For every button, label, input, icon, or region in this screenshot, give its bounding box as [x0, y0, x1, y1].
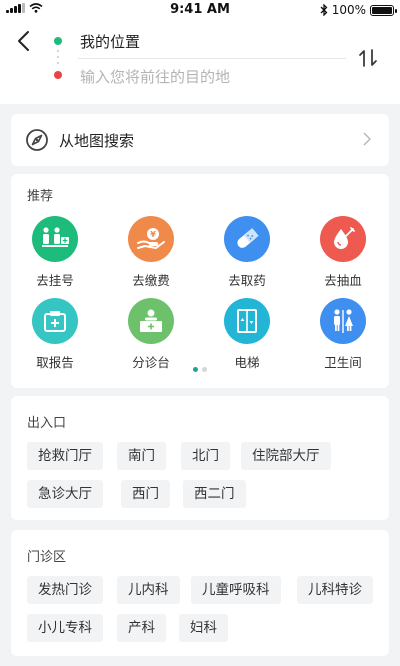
swap-icon [359, 49, 377, 67]
quick-item-report[interactable]: 取报告 [15, 298, 95, 371]
quick-item-medicine[interactable]: 去取药 [207, 216, 287, 289]
entrance-tag[interactable]: 西门 [121, 480, 170, 508]
quick-item-label: 去取药 [228, 273, 266, 288]
destination-input[interactable]: 输入您将前往的目的地 [80, 66, 230, 87]
quick-item-blood[interactable]: 去抽血 [303, 216, 383, 289]
pager-dot-active[interactable] [193, 367, 198, 372]
pager-dot[interactable] [202, 367, 207, 372]
blood-draw-icon [320, 216, 366, 262]
battery-icon [370, 4, 397, 16]
back-button[interactable] [10, 26, 36, 56]
battery-percent: 100% [331, 3, 366, 17]
department-tag[interactable]: 小儿专科 [27, 614, 103, 642]
entrance-card: 出入口 抢救门厅 南门 北门 住院部大厅 急诊大厅 西门 西二门 [11, 396, 389, 520]
quick-item-payment[interactable]: ¥ 去缴费 [111, 216, 191, 289]
svg-text:¥: ¥ [150, 230, 156, 239]
route-divider [78, 58, 346, 59]
map-search-row[interactable]: 从地图搜索 [11, 114, 389, 166]
registration-icon [32, 216, 78, 262]
department-tag[interactable]: 产科 [117, 614, 166, 642]
quick-item-register[interactable]: 去挂号 [15, 216, 95, 289]
entrance-tag[interactable]: 南门 [117, 442, 166, 470]
route-header: 我的位置 输入您将前往的目的地 [0, 20, 400, 104]
entrance-tag[interactable]: 急诊大厅 [27, 480, 103, 508]
start-point-icon [54, 37, 62, 45]
swap-route-button[interactable] [354, 44, 382, 72]
payment-icon: ¥ [128, 216, 174, 262]
end-point-icon [54, 71, 62, 79]
quick-item-restroom[interactable]: 卫生间 [303, 298, 383, 371]
report-icon [32, 298, 78, 344]
quick-item-label: 去挂号 [36, 273, 74, 288]
department-tag[interactable]: 发热门诊 [27, 576, 103, 604]
compass-icon [26, 129, 48, 151]
map-search-label: 从地图搜索 [59, 131, 135, 150]
medicine-icon [224, 216, 270, 262]
recommend-card: 推荐 去挂号 ¥ 去缴费 去取药 去抽血 取报告 分诊台 电梯 卫生间 [11, 174, 389, 388]
entrance-title: 出入口 [27, 416, 67, 431]
quick-item-label: 去抽血 [324, 273, 362, 288]
triage-desk-icon [128, 298, 174, 344]
chevron-left-icon [18, 31, 29, 51]
restroom-icon [320, 298, 366, 344]
entrance-tag[interactable]: 北门 [181, 442, 230, 470]
quick-item-label: 去缴费 [132, 273, 170, 288]
department-tag[interactable]: 儿内科 [117, 576, 180, 604]
outpatient-card: 门诊区 发热门诊 儿内科 儿童呼吸科 儿科特诊 小儿专科 产科 妇科 [11, 530, 389, 656]
quick-item-triage[interactable]: 分诊台 [111, 298, 191, 371]
elevator-icon [224, 298, 270, 344]
entrance-tag[interactable]: 抢救门厅 [27, 442, 103, 470]
department-tag[interactable]: 儿童呼吸科 [191, 576, 281, 604]
origin-field[interactable]: 我的位置 [80, 31, 140, 52]
entrance-tag[interactable]: 西二门 [183, 480, 246, 508]
chevron-right-icon [363, 132, 371, 146]
department-tag[interactable]: 儿科特诊 [297, 576, 373, 604]
outpatient-title: 门诊区 [27, 550, 67, 565]
recommend-title: 推荐 [27, 189, 54, 204]
quick-item-elevator[interactable]: 电梯 [207, 298, 287, 371]
recommend-pager [11, 367, 389, 372]
bluetooth-icon [320, 4, 328, 16]
route-dots [52, 37, 64, 81]
entrance-tag[interactable]: 住院部大厅 [241, 442, 331, 470]
department-tag[interactable]: 妇科 [179, 614, 228, 642]
status-bar: 9:41 AM 100% [0, 0, 400, 20]
